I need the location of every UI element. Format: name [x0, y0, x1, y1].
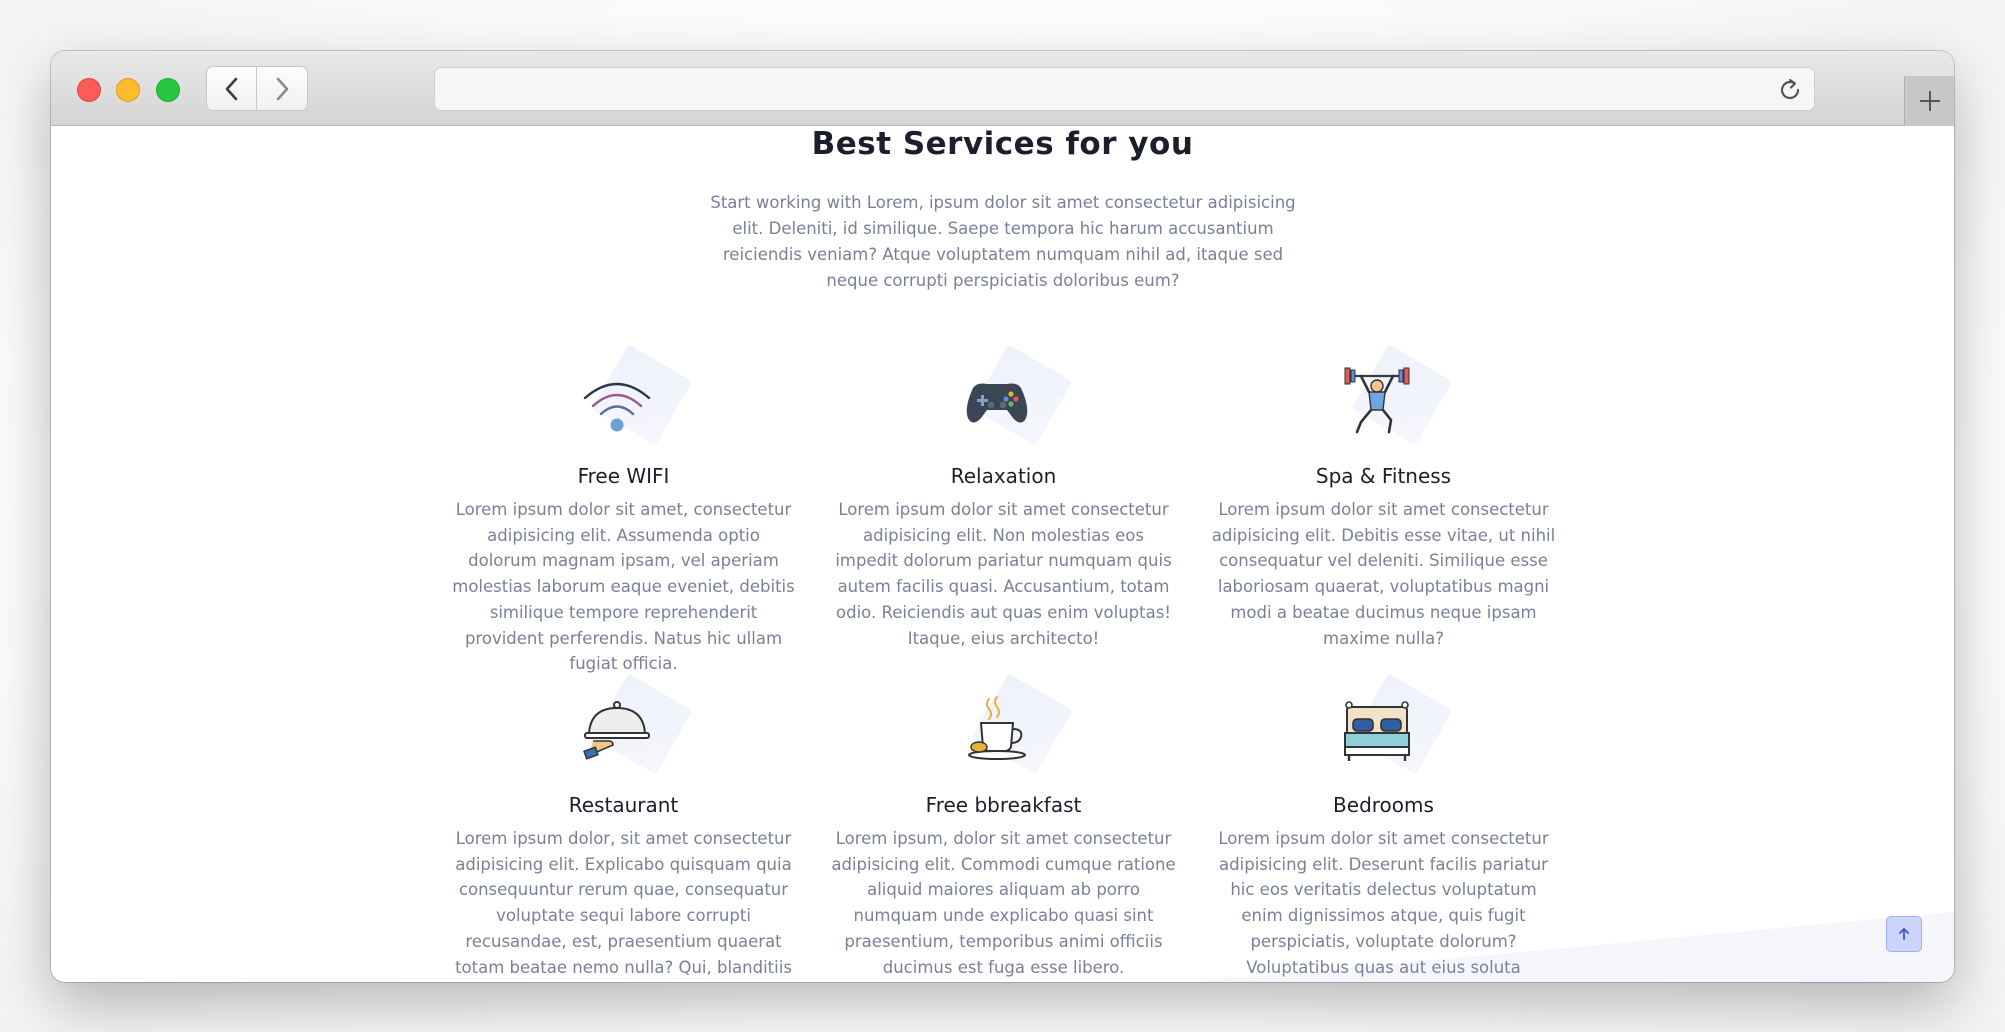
service-icon-wrap	[1329, 344, 1453, 452]
service-icon-wrap	[569, 673, 693, 781]
arrow-up-icon	[1899, 928, 1909, 940]
service-icon-wrap	[569, 344, 693, 452]
forward-button[interactable]	[257, 66, 308, 111]
weightlifter-icon	[1344, 367, 1409, 434]
service-text: Lorem ipsum dolor sit amet consectetur a…	[835, 500, 1172, 648]
reload-button[interactable]	[1776, 76, 1804, 104]
service-icon-wrap	[1329, 673, 1453, 781]
service-text: Lorem ipsum dolor sit amet consectetur a…	[1218, 829, 1549, 977]
service-card-wifi: Free WIFI Lorem ipsum dolor sit amet, co…	[451, 344, 796, 677]
service-title: Bedrooms	[1333, 793, 1434, 817]
service-title: Restaurant	[568, 793, 679, 817]
service-text: Lorem ipsum, dolor sit amet consectetur …	[831, 829, 1176, 977]
service-text: Lorem ipsum dolor, sit amet consectetur …	[455, 829, 792, 977]
browser-titlebar	[51, 51, 1954, 126]
minimize-window-button[interactable]	[116, 78, 140, 102]
browser-window: Best Services for you Start working with…	[51, 51, 1954, 982]
section-title: Best Services for you	[811, 126, 1194, 162]
chevron-right-icon	[276, 77, 289, 100]
scroll-to-top-button[interactable]	[1886, 916, 1922, 952]
service-icon-wrap	[949, 673, 1073, 781]
wifi-icon	[583, 382, 650, 432]
gamepad-icon	[966, 383, 1027, 423]
service-card-breakfast: Free bbreakfast Lorem ipsum, dolor sit a…	[831, 673, 1176, 980]
service-card-restaurant: Restaurant Lorem ipsum dolor, sit amet c…	[451, 673, 796, 982]
page-content: Best Services for you Start working with…	[51, 126, 1954, 982]
service-text: Lorem ipsum dolor sit amet, consectetur …	[452, 500, 795, 674]
service-card-spa-fitness: Spa & Fitness Lorem ipsum dolor sit amet…	[1211, 344, 1556, 651]
service-title: Free bbreakfast	[925, 793, 1082, 817]
chevron-left-icon	[225, 77, 237, 100]
new-tab-button[interactable]	[1904, 76, 1954, 126]
cloche-icon	[582, 701, 650, 760]
service-title: Free WIFI	[577, 464, 670, 488]
address-bar[interactable]	[434, 67, 1815, 111]
service-card-bedrooms: Bedrooms Lorem ipsum dolor sit amet cons…	[1211, 673, 1556, 982]
plus-icon	[1919, 91, 1940, 111]
service-title: Spa & Fitness	[1315, 464, 1452, 488]
section-intro: Start working with Lorem, ipsum dolor si…	[710, 193, 1296, 290]
close-window-button[interactable]	[77, 78, 101, 102]
back-button[interactable]	[206, 66, 257, 111]
reload-icon	[1780, 78, 1800, 100]
service-card-relaxation: Relaxation Lorem ipsum dolor sit amet co…	[831, 344, 1176, 651]
bed-icon	[1343, 701, 1410, 761]
service-text: Lorem ipsum dolor sit amet consectetur a…	[1211, 500, 1556, 648]
maximize-window-button[interactable]	[156, 78, 180, 102]
service-title: Relaxation	[950, 464, 1057, 488]
service-icon-wrap	[949, 344, 1073, 452]
coffee-cup-icon	[967, 696, 1026, 760]
